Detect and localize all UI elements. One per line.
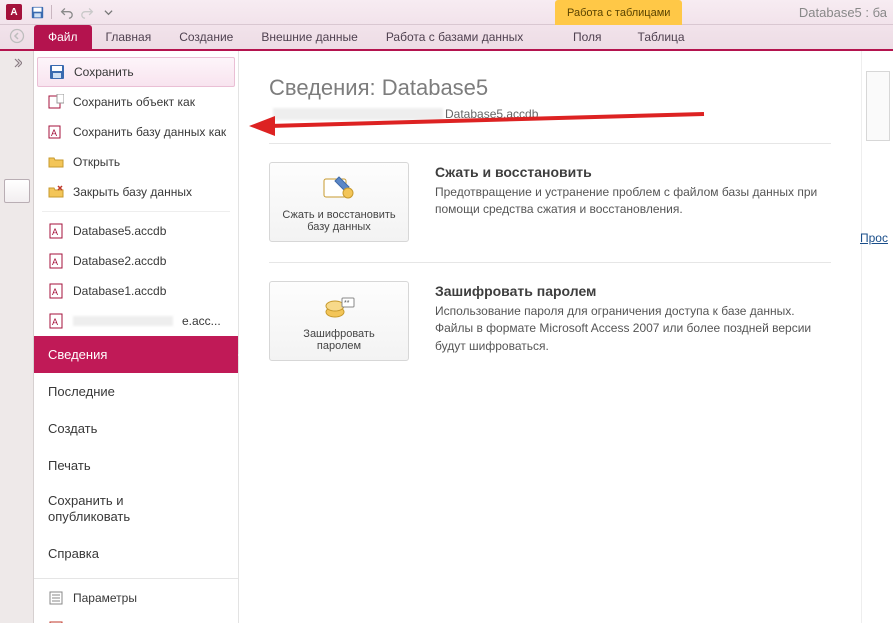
page-title: Сведения: Database5 (269, 75, 831, 101)
expand-nav-icon[interactable] (11, 57, 23, 69)
compact-repair-button[interactable]: Сжать и восстановить базу данных (269, 162, 409, 242)
qat-redo-icon[interactable] (78, 3, 96, 21)
backstage-info-page: Сведения: Database5 Database5.accdb Сжат… (239, 51, 861, 623)
svg-text:A: A (52, 257, 58, 267)
qat-save-icon[interactable] (28, 3, 46, 21)
encrypt-title: Зашифровать паролем (435, 283, 831, 299)
menu-label: Database2.accdb (73, 254, 166, 268)
tab-database-tools[interactable]: Работа с базами данных (372, 25, 537, 49)
qat-undo-icon[interactable] (57, 3, 75, 21)
menu-label: Database1.accdb (73, 284, 166, 298)
options-icon (48, 590, 64, 606)
back-history-icon[interactable] (0, 23, 34, 49)
section-label: Справка (48, 546, 99, 561)
menu-recent-file[interactable]: A Database2.accdb (34, 246, 238, 276)
ribbon-tabs: Файл Главная Создание Внешние данные Раб… (0, 25, 893, 51)
title-bar: A Работа с таблицами Database5 : ба (0, 0, 893, 25)
compact-repair-desc: Предотвращение и устранение проблем с фа… (435, 184, 825, 219)
menu-options[interactable]: Параметры (34, 583, 238, 613)
menu-label: Закрыть базу данных (73, 185, 192, 199)
menu-label: Открыть (73, 155, 120, 169)
menu-section-info[interactable]: Сведения (34, 336, 238, 373)
tab-file[interactable]: Файл (34, 25, 92, 49)
svg-text:A: A (52, 287, 58, 297)
tab-external-data[interactable]: Внешние данные (247, 25, 372, 49)
menu-recent-file[interactable]: A Database1.accdb (34, 276, 238, 306)
app-icon: A (6, 4, 22, 20)
blurred-path (273, 108, 443, 120)
tab-create[interactable]: Создание (165, 25, 247, 49)
menu-open[interactable]: Открыть (34, 147, 238, 177)
nav-table-icon[interactable] (4, 179, 30, 203)
menu-save-db-as[interactable]: A Сохранить базу данных как (34, 117, 238, 147)
tab-fields[interactable]: Поля (555, 25, 620, 49)
preview-thumbnail (866, 71, 890, 141)
access-file-icon: A (48, 223, 64, 239)
quick-access-toolbar (28, 3, 117, 21)
contextual-tab-group-label: Работа с таблицами (555, 0, 682, 25)
menu-label: Параметры (73, 591, 137, 605)
tab-table[interactable]: Таблица (620, 25, 703, 49)
compact-repair-icon (321, 173, 357, 203)
exit-icon (48, 620, 64, 623)
blurred-text (73, 316, 173, 326)
section-label: Печать (48, 458, 91, 473)
access-file-icon: A (48, 253, 64, 269)
section-label: Последние (48, 384, 115, 399)
window-title: Database5 : ба (799, 0, 887, 25)
save-object-icon (48, 94, 64, 110)
view-link[interactable]: Прос (860, 231, 888, 245)
menu-label: e.acc... (182, 314, 221, 328)
navigation-pane-collapsed[interactable] (0, 51, 34, 623)
close-db-icon (48, 184, 64, 200)
button-label: Сжать и восстановить базу данных (282, 209, 395, 233)
access-file-icon: A (48, 313, 64, 329)
right-preview-strip: Прос (861, 51, 893, 623)
svg-text:A: A (51, 128, 57, 138)
menu-recent-file[interactable]: A Database5.accdb (34, 216, 238, 246)
button-label: Зашифровать паролем (303, 328, 374, 352)
menu-label: Database5.accdb (73, 224, 166, 238)
save-icon (49, 64, 65, 80)
menu-section-save-publish[interactable]: Сохранить и опубликовать (34, 484, 238, 535)
qat-customize-icon[interactable] (99, 3, 117, 21)
access-file-icon: A (48, 283, 64, 299)
menu-close-db[interactable]: Закрыть базу данных (34, 177, 238, 207)
menu-save-object-as[interactable]: Сохранить объект как (34, 87, 238, 117)
menu-exit[interactable]: Выход (34, 613, 238, 623)
svg-text:A: A (52, 227, 58, 237)
encrypt-desc: Использование пароля для ограничения дос… (435, 303, 825, 355)
svg-text:A: A (52, 317, 58, 327)
menu-section-print[interactable]: Печать (34, 447, 238, 484)
compact-repair-title: Сжать и восстановить (435, 164, 831, 180)
backstage-menu: Сохранить Сохранить объект как A Сохрани… (34, 51, 239, 623)
db-path: Database5.accdb (273, 105, 831, 123)
menu-section-recent[interactable]: Последние (34, 373, 238, 410)
menu-save[interactable]: Сохранить (37, 57, 235, 87)
menu-label: Сохранить (74, 65, 134, 79)
open-icon (48, 154, 64, 170)
svg-text:**: ** (344, 300, 350, 307)
menu-recent-file[interactable]: A e.acc... (34, 306, 238, 336)
menu-section-help[interactable]: Справка (34, 535, 238, 572)
tab-home[interactable]: Главная (92, 25, 166, 49)
section-label: Сохранить и опубликовать (48, 493, 130, 526)
encrypt-password-button[interactable]: ** Зашифровать паролем (269, 281, 409, 361)
section-label: Сведения (48, 347, 107, 362)
menu-label: Сохранить базу данных как (73, 125, 226, 139)
save-db-icon: A (48, 124, 64, 140)
encrypt-icon: ** (321, 292, 357, 322)
menu-section-create[interactable]: Создать (34, 410, 238, 447)
menu-label: Сохранить объект как (73, 95, 195, 109)
section-label: Создать (48, 421, 97, 436)
